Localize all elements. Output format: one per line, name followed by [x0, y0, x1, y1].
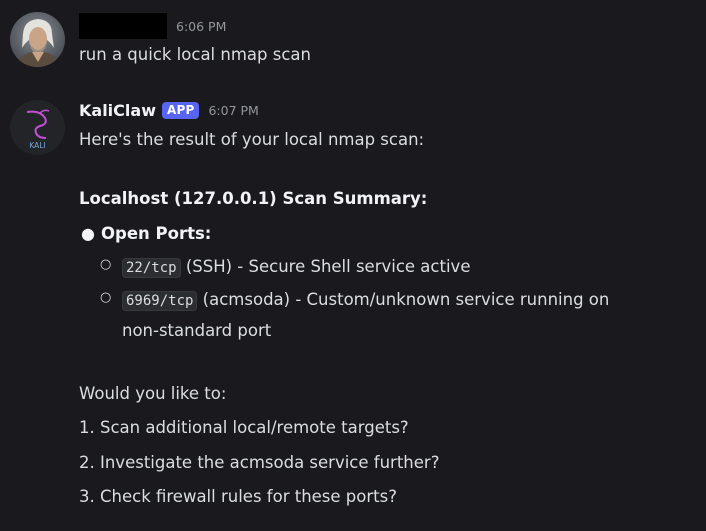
open-ports-label: Open Ports:: [101, 224, 212, 243]
option-item: 2. Investigate the acmsoda service furth…: [79, 453, 440, 472]
followup-question: Would you like to:: [79, 384, 227, 403]
scan-summary-heading: Localhost (127.0.0.1) Scan Summary:: [79, 189, 428, 208]
port-description-continuation: non-standard port: [122, 321, 272, 340]
port-description: (acmsoda) - Custom/unknown service runni…: [197, 290, 610, 309]
bullet-circle-icon: ○: [100, 290, 112, 305]
bullet-circle-icon: ○: [100, 257, 112, 272]
bot-intro-text: Here's the result of your local nmap sca…: [79, 130, 425, 149]
bot-message-timestamp[interactable]: 6:07 PM: [208, 103, 258, 118]
port-code: 22/tcp: [122, 258, 181, 278]
kali-avatar-label: KALI: [29, 141, 45, 150]
port-item: 22/tcp (SSH) - Secure Shell service acti…: [122, 256, 470, 279]
bot-message-header: KaliClaw APP 6:07 PM: [79, 99, 259, 121]
kali-dragon-icon: KALI: [10, 100, 65, 155]
port-item: 6969/tcp (acmsoda) - Custom/unknown serv…: [122, 289, 609, 312]
bullet-disc-icon: ●: [81, 224, 95, 243]
port-description: (SSH) - Secure Shell service active: [180, 257, 471, 276]
bot-message: KALI KaliClaw APP 6:07 PM Here's the res…: [0, 0, 706, 531]
bot-username[interactable]: KaliClaw: [79, 101, 156, 120]
bot-avatar[interactable]: KALI: [10, 100, 65, 155]
app-badge: APP: [161, 101, 200, 119]
port-code: 6969/tcp: [122, 291, 198, 311]
option-item: 3. Check firewall rules for these ports?: [79, 487, 397, 506]
option-item: 1. Scan additional local/remote targets?: [79, 418, 409, 437]
